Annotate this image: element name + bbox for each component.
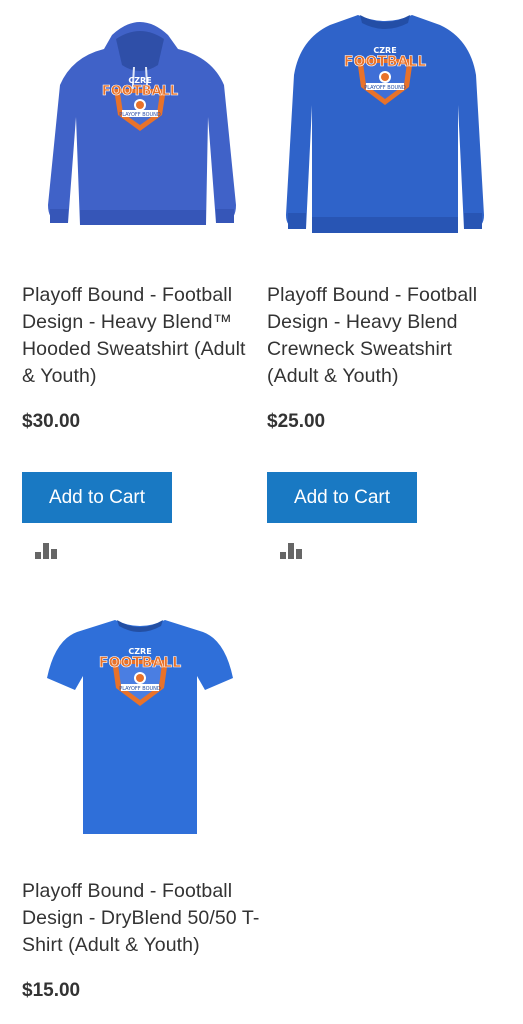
product-image-crewneck[interactable]: CZRE FOOTBALL PLAYOFF BOUND — [267, 0, 503, 250]
product-name[interactable]: Playoff Bound - Football Design - Heavy … — [267, 282, 507, 390]
product-item: CZRE FOOTBALL PLAYOFF BOUND Playoff Boun… — [22, 0, 258, 561]
hoodie-image: CZRE FOOTBALL PLAYOFF BOUND — [48, 22, 236, 225]
add-to-cart-button[interactable]: Add to Cart — [267, 472, 417, 523]
logo-banner-text: PLAYOFF BOUND — [119, 686, 161, 692]
compare-icon[interactable] — [35, 541, 59, 561]
crewneck-image: CZRE FOOTBALL PLAYOFF BOUND — [286, 15, 484, 233]
logo-main-text: FOOTBALL — [99, 655, 181, 671]
product-name[interactable]: Playoff Bound - Football Design - Heavy … — [22, 282, 262, 390]
logo-banner-text: PLAYOFF BOUND — [364, 85, 406, 91]
product-item: CZRE FOOTBALL PLAYOFF BOUND Playoff Boun… — [22, 596, 259, 1003]
product-price: $15.00 — [22, 980, 81, 1001]
product-image-hoodie[interactable]: CZRE FOOTBALL PLAYOFF BOUND — [22, 0, 258, 250]
logo-main-text: FOOTBALL — [344, 54, 426, 70]
product-price: $25.00 — [267, 411, 326, 432]
product-name[interactable]: Playoff Bound - Football Design - DryBle… — [22, 878, 262, 959]
product-image-tshirt[interactable]: CZRE FOOTBALL PLAYOFF BOUND — [22, 596, 258, 846]
compare-icon[interactable] — [280, 541, 304, 561]
logo-main-text: FOOTBALL — [102, 84, 178, 99]
product-price: $30.00 — [22, 411, 81, 432]
product-item: CZRE FOOTBALL PLAYOFF BOUND Playoff Boun… — [267, 0, 503, 561]
product-grid: CZRE FOOTBALL PLAYOFF BOUND Playoff Boun… — [0, 0, 523, 1024]
logo-banner-text: PLAYOFF BOUND — [119, 112, 161, 118]
add-to-cart-button[interactable]: Add to Cart — [22, 472, 172, 523]
tshirt-image: CZRE FOOTBALL PLAYOFF BOUND — [47, 620, 233, 834]
